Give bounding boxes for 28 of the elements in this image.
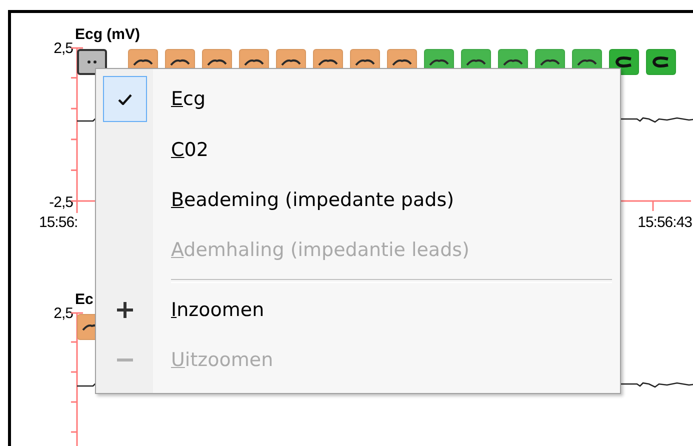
minus-icon [116, 358, 132, 362]
wave-icon [429, 58, 449, 66]
y-axis-label: 2,5 [54, 41, 73, 57]
menu-item[interactable]: Ecg [153, 88, 206, 110]
plus-icon [116, 302, 132, 318]
wave-icon [281, 58, 301, 66]
wave-icon [577, 58, 597, 66]
wave-icon [170, 58, 190, 66]
menu-item[interactable]: Beademing (impedante pads) [153, 189, 454, 211]
curl-icon [614, 56, 634, 68]
curl-icon [651, 56, 671, 68]
wave-icon [466, 58, 486, 66]
menu-item[interactable]: C02 [153, 139, 208, 161]
dots-icon [87, 60, 97, 64]
menu-item[interactable]: Inzoomen [153, 299, 264, 321]
wave-icon [392, 58, 412, 66]
wave-icon [318, 58, 338, 66]
y-axis-label: -2,5 [49, 195, 73, 211]
time-label: 15:56: [39, 215, 78, 231]
wave-icon [244, 58, 264, 66]
y-axis-label: 2,5 [54, 306, 73, 322]
wave-icon [540, 58, 560, 66]
chart-title: Ecg (mV) [74, 26, 142, 44]
time-label: 15:56:43 [638, 215, 692, 231]
wave-icon [355, 58, 375, 66]
wave-icon [207, 58, 227, 66]
wave-icon [503, 58, 523, 66]
wave-icon [133, 58, 153, 66]
